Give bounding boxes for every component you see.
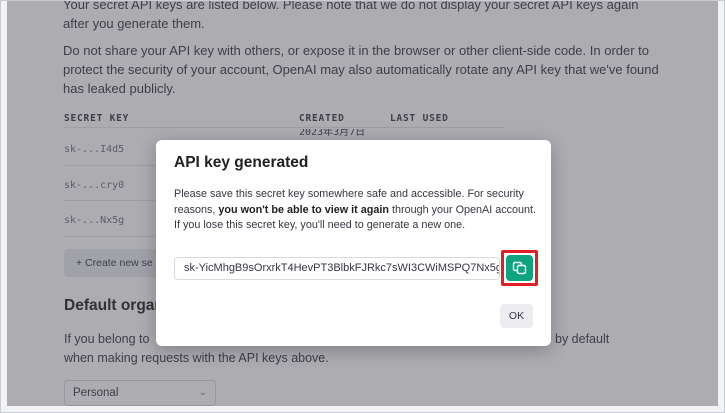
browser-frame: Your secret API keys are listed below. P… <box>0 0 725 413</box>
dialog-title: API key generated <box>174 154 309 171</box>
copy-icon <box>512 261 527 275</box>
ok-button[interactable]: OK <box>500 304 533 328</box>
api-key-generated-dialog: API key generated Please save this secre… <box>156 140 551 346</box>
api-key-field[interactable]: sk-YicMhgB9sOrxrkT4HevPT3BlbkFJRkc7sWI3C… <box>174 257 500 280</box>
dialog-message-emphasis: you won't be able to view it again <box>218 203 389 216</box>
dialog-message: Please save this secret key somewhere sa… <box>174 187 539 234</box>
copy-key-button[interactable] <box>506 255 533 281</box>
